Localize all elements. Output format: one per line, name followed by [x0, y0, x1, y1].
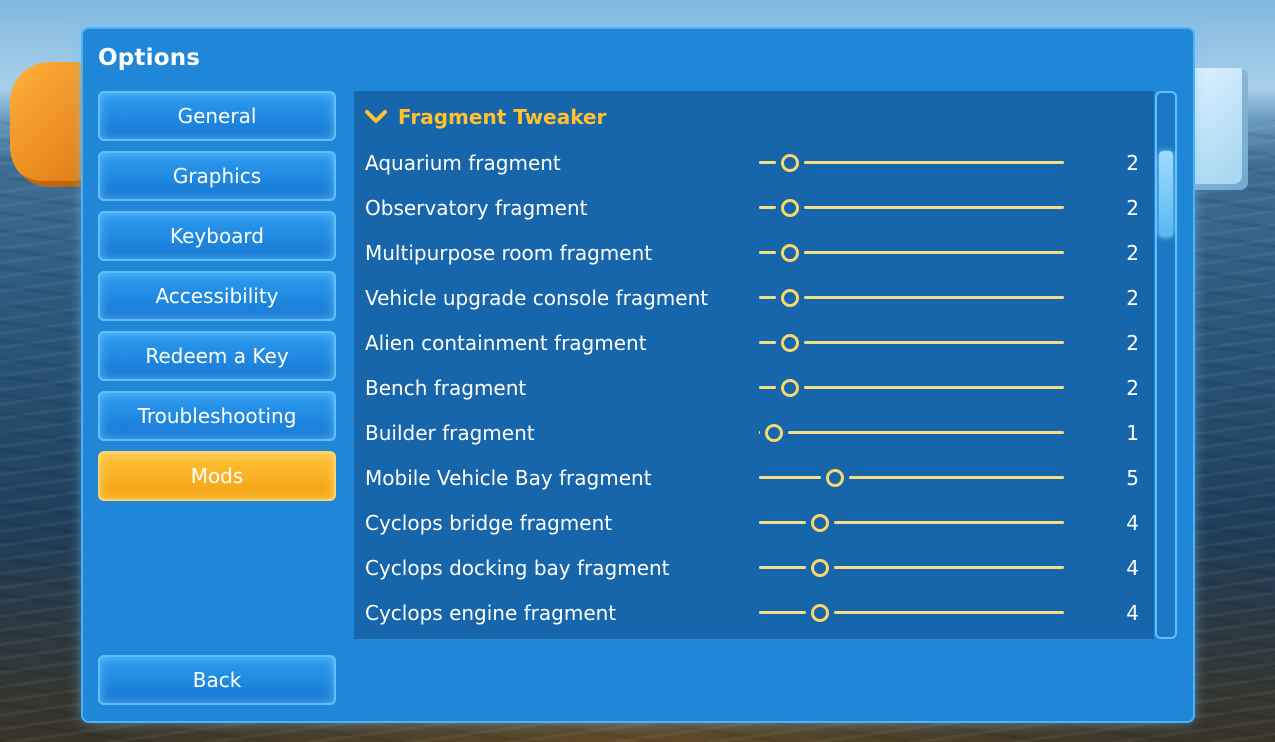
setting-value: 2	[1126, 151, 1139, 175]
chevron-down-icon[interactable]	[364, 107, 388, 127]
slider-track-filled	[759, 521, 806, 524]
slider-track	[804, 386, 1064, 389]
setting-label: Cyclops engine fragment	[365, 601, 617, 625]
slider-track-filled	[759, 296, 776, 299]
game-logo-right	[1188, 68, 1248, 190]
setting-row: Builder fragment 1	[354, 411, 1154, 456]
slider-track	[834, 611, 1064, 614]
setting-label: Builder fragment	[365, 421, 535, 445]
slider-track-filled	[759, 611, 806, 614]
slider-knob[interactable]	[781, 289, 799, 307]
setting-row: Cyclops docking bay fragment 4	[354, 546, 1154, 591]
game-logo-left	[10, 62, 90, 187]
slider-knob[interactable]	[781, 244, 799, 262]
setting-label: Alien containment fragment	[365, 331, 647, 355]
slider-knob[interactable]	[811, 514, 829, 532]
slider-knob[interactable]	[811, 604, 829, 622]
setting-row: Observatory fragment 2	[354, 186, 1154, 231]
setting-value: 5	[1126, 466, 1139, 490]
setting-value: 2	[1126, 286, 1139, 310]
setting-value: 2	[1126, 196, 1139, 220]
slider-knob[interactable]	[781, 379, 799, 397]
slider-track	[804, 296, 1064, 299]
setting-label: Multipurpose room fragment	[365, 241, 653, 265]
mods-settings-panel[interactable]: Fragment Tweaker Aquarium fragment 2 Obser…	[354, 91, 1154, 639]
section-title: Fragment Tweaker	[398, 105, 607, 129]
slider-track	[804, 206, 1064, 209]
slider-knob[interactable]	[781, 334, 799, 352]
setting-row: Alien containment fragment 2	[354, 321, 1154, 366]
slider-knob[interactable]	[781, 199, 799, 217]
nav-general-button[interactable]: General	[98, 91, 336, 141]
slider-track	[804, 251, 1064, 254]
setting-value: 4	[1126, 556, 1139, 580]
slider-track	[834, 521, 1064, 524]
setting-slider[interactable]	[759, 195, 1064, 221]
setting-value: 4	[1126, 601, 1139, 625]
options-title: Options	[98, 45, 201, 71]
setting-label: Observatory fragment	[365, 196, 588, 220]
fragment-tweaker-header[interactable]: Fragment Tweaker	[364, 105, 606, 129]
nav-redeem-key-button[interactable]: Redeem a Key	[98, 331, 336, 381]
slider-knob[interactable]	[765, 424, 783, 442]
setting-value: 1	[1126, 421, 1139, 445]
slider-knob[interactable]	[811, 559, 829, 577]
setting-label: Bench fragment	[365, 376, 527, 400]
setting-slider[interactable]	[759, 375, 1064, 401]
setting-label: Cyclops docking bay fragment	[365, 556, 670, 580]
setting-label: Aquarium fragment	[365, 151, 561, 175]
setting-slider[interactable]	[759, 285, 1064, 311]
slider-track-filled	[759, 566, 806, 569]
setting-slider[interactable]	[759, 240, 1064, 266]
nav-accessibility-button[interactable]: Accessibility	[98, 271, 336, 321]
slider-track-filled	[759, 251, 776, 254]
setting-value: 2	[1126, 331, 1139, 355]
setting-label: Cyclops bridge fragment	[365, 511, 613, 535]
slider-track-filled	[759, 161, 776, 164]
setting-slider[interactable]	[759, 330, 1064, 356]
setting-row: Mobile Vehicle Bay fragment 5	[354, 456, 1154, 501]
setting-value: 2	[1126, 241, 1139, 265]
setting-label: Mobile Vehicle Bay fragment	[365, 466, 652, 490]
content-scrollbar[interactable]	[1155, 91, 1177, 639]
slider-knob[interactable]	[826, 469, 844, 487]
slider-track	[804, 161, 1064, 164]
back-button[interactable]: Back	[98, 655, 336, 705]
options-window: Options General Graphics Keyboard Access…	[83, 29, 1193, 721]
slider-track-filled	[759, 206, 776, 209]
slider-track	[849, 476, 1064, 479]
slider-track-filled	[759, 431, 760, 434]
setting-row: Cyclops bridge fragment 4	[354, 501, 1154, 546]
setting-row: Vehicle upgrade console fragment 2	[354, 276, 1154, 321]
slider-knob[interactable]	[781, 154, 799, 172]
setting-slider[interactable]	[759, 465, 1064, 491]
setting-value: 2	[1126, 376, 1139, 400]
setting-row: Aquarium fragment 2	[354, 141, 1154, 186]
setting-row: Cyclops engine fragment 4	[354, 591, 1154, 636]
setting-value: 4	[1126, 511, 1139, 535]
slider-track-filled	[759, 386, 776, 389]
nav-graphics-button[interactable]: Graphics	[98, 151, 336, 201]
slider-track	[788, 431, 1064, 434]
slider-track	[834, 566, 1064, 569]
setting-row: Multipurpose room fragment 2	[354, 231, 1154, 276]
setting-label: Vehicle upgrade console fragment	[365, 286, 709, 310]
slider-track-filled	[759, 476, 821, 479]
nav-mods-button[interactable]: Mods	[98, 451, 336, 501]
slider-track	[804, 341, 1064, 344]
nav-troubleshooting-button[interactable]: Troubleshooting	[98, 391, 336, 441]
nav-keyboard-button[interactable]: Keyboard	[98, 211, 336, 261]
setting-slider[interactable]	[759, 555, 1064, 581]
setting-slider[interactable]	[759, 510, 1064, 536]
setting-slider[interactable]	[759, 150, 1064, 176]
setting-row: Bench fragment 2	[354, 366, 1154, 411]
slider-track-filled	[759, 341, 776, 344]
setting-slider[interactable]	[759, 420, 1064, 446]
setting-slider[interactable]	[759, 600, 1064, 626]
scrollbar-thumb[interactable]	[1159, 151, 1173, 237]
